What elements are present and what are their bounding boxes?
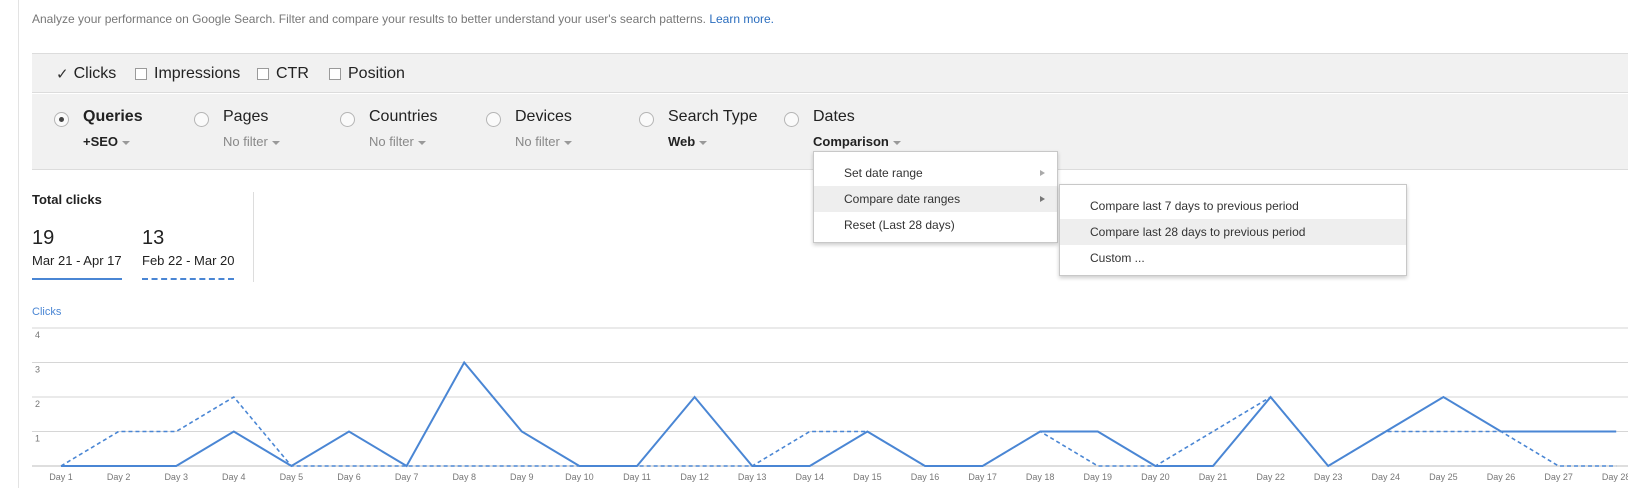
- radio-icon[interactable]: [54, 112, 69, 127]
- submenu-item-custom[interactable]: Custom ...: [1060, 245, 1406, 271]
- radio-icon[interactable]: [639, 112, 654, 127]
- dimension-filter[interactable]: No filter: [369, 134, 426, 149]
- dimension-filter[interactable]: Comparison: [813, 134, 901, 149]
- metric-clicks[interactable]: ✓ Clicks: [56, 65, 116, 83]
- x-tick-label: Day 9: [510, 472, 534, 482]
- x-tick-label: Day 5: [280, 472, 304, 482]
- metric-label: Position: [348, 65, 405, 82]
- caret-down-icon: [563, 140, 572, 145]
- metric-label: Impressions: [154, 65, 241, 82]
- x-tick-label: Day 17: [968, 472, 997, 482]
- x-tick-label: Day 4: [222, 472, 246, 482]
- caret-down-icon: [122, 140, 131, 145]
- x-tick-label: Day 23: [1314, 472, 1343, 482]
- submenu-arrow-icon: [1040, 170, 1045, 176]
- current-period-line: [61, 360, 1617, 468]
- submenu-arrow-icon: [1040, 196, 1045, 202]
- dimension-filter[interactable]: No filter: [223, 134, 280, 149]
- metric-ctr[interactable]: CTR: [257, 65, 309, 83]
- previous-total-value: 13: [142, 227, 165, 249]
- x-tick-label: Day 21: [1199, 472, 1228, 482]
- dimension-label: Queries: [83, 108, 143, 125]
- checkbox-icon: [135, 68, 147, 80]
- radio-icon[interactable]: [194, 112, 209, 127]
- dimension-label: Search Type: [668, 108, 758, 125]
- check-icon: ✓: [56, 66, 69, 83]
- menu-item-compare-date-ranges[interactable]: Compare date ranges: [814, 186, 1057, 212]
- x-tick-label: Day 3: [164, 472, 188, 482]
- y-tick-label: 1: [35, 434, 40, 444]
- menu-item-reset[interactable]: Reset (Last 28 days): [814, 212, 1057, 238]
- metric-label: Clicks: [73, 65, 117, 82]
- x-tick-label: Day 20: [1141, 472, 1170, 482]
- caret-down-icon: [417, 140, 426, 145]
- caret-down-icon: [699, 140, 708, 145]
- x-tick-label: Day 28: [1602, 472, 1628, 482]
- x-tick-label: Day 24: [1372, 472, 1401, 482]
- x-tick-label: Day 27: [1544, 472, 1573, 482]
- radio-icon[interactable]: [784, 112, 799, 127]
- x-tick-label: Day 13: [738, 472, 767, 482]
- metric-label: CTR: [276, 65, 309, 82]
- x-tick-label: Day 10: [565, 472, 594, 482]
- x-tick-label: Day 18: [1026, 472, 1055, 482]
- x-tick-label: Day 26: [1487, 472, 1516, 482]
- total-clicks-title: Total clicks: [32, 192, 102, 207]
- dimension-label: Pages: [223, 108, 269, 125]
- chart-y-label: Clicks: [32, 306, 62, 318]
- x-tick-label: Day 19: [1084, 472, 1113, 482]
- menu-item-set-date-range[interactable]: Set date range: [814, 160, 1057, 186]
- x-tick-label: Day 16: [911, 472, 940, 482]
- previous-series-swatch: [142, 278, 234, 280]
- current-series-swatch: [32, 278, 122, 280]
- caret-down-icon: [892, 140, 901, 145]
- current-date-range: Mar 21 - Apr 17: [32, 253, 122, 268]
- date-menu: Set date range Compare date ranges Reset…: [813, 151, 1058, 243]
- dimension-label: Devices: [515, 108, 572, 125]
- metrics-bar: ✓ Clicks Impressions CTR Position: [32, 53, 1628, 93]
- dimension-filter[interactable]: +SEO: [83, 134, 131, 149]
- dimension-filter[interactable]: Web: [668, 134, 708, 149]
- description-text: Analyze your performance on Google Searc…: [32, 12, 706, 26]
- clicks-line-chart: 1 2 3 4 Day 1 Day 2 Day 3 Day 4 Day 5 Day 6 Day 7 D…: [32, 327, 1628, 482]
- totals-divider: [253, 192, 254, 282]
- page-description: Analyze your performance on Google Searc…: [32, 12, 774, 26]
- x-tick-label: Day 12: [680, 472, 709, 482]
- dimension-label: Countries: [369, 108, 438, 125]
- submenu-item-last-28-days[interactable]: Compare last 28 days to previous period: [1060, 219, 1406, 245]
- checkbox-icon: [329, 68, 341, 80]
- compare-submenu: Compare last 7 days to previous period C…: [1059, 184, 1407, 276]
- previous-date-range: Feb 22 - Mar 20: [142, 253, 235, 268]
- learn-more-link[interactable]: Learn more.: [709, 12, 774, 26]
- x-tick-label: Day 14: [796, 472, 825, 482]
- y-tick-label: 4: [35, 330, 40, 340]
- dimension-filter[interactable]: No filter: [515, 134, 572, 149]
- current-total-value: 19: [32, 227, 55, 249]
- metric-position[interactable]: Position: [329, 65, 405, 83]
- radio-icon[interactable]: [486, 112, 501, 127]
- x-tick-label: Day 6: [337, 472, 361, 482]
- checkbox-icon: [257, 68, 269, 80]
- y-tick-label: 2: [35, 399, 40, 409]
- x-tick-label: Day 25: [1429, 472, 1458, 482]
- x-tick-label: Day 8: [452, 472, 476, 482]
- y-tick-label: 3: [35, 365, 40, 375]
- x-tick-label: Day 15: [853, 472, 882, 482]
- x-tick-label: Day 11: [623, 472, 651, 482]
- x-tick-label: Day 2: [107, 472, 131, 482]
- dimension-label: Dates: [813, 108, 855, 125]
- x-tick-label: Day 22: [1256, 472, 1285, 482]
- submenu-item-last-7-days[interactable]: Compare last 7 days to previous period: [1060, 193, 1406, 219]
- x-tick-label: Day 7: [395, 472, 419, 482]
- x-tick-label: Day 1: [49, 472, 73, 482]
- metric-impressions[interactable]: Impressions: [135, 65, 240, 83]
- radio-icon[interactable]: [340, 112, 355, 127]
- caret-down-icon: [271, 140, 280, 145]
